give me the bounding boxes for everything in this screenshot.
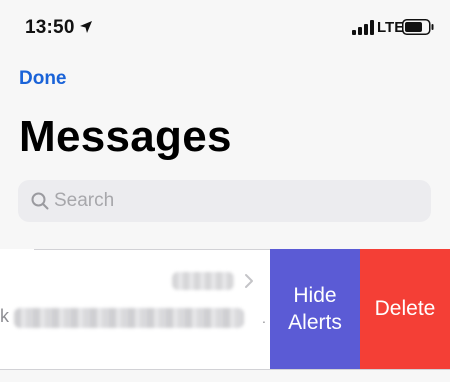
done-button[interactable]: Done <box>19 68 67 90</box>
message-preview-lead: k <box>0 306 9 326</box>
search-bar[interactable] <box>18 180 431 222</box>
page-title: Messages <box>19 112 232 161</box>
location-arrow-icon <box>80 21 92 33</box>
redacted-message-date <box>172 272 234 290</box>
search-input[interactable] <box>54 180 414 222</box>
chevron-right-icon <box>245 274 253 288</box>
battery-icon <box>402 19 434 35</box>
network-type: LTE <box>377 19 405 36</box>
messages-screen: 13:50 LTE Done Messages k <box>0 0 450 382</box>
signal-bars-icon <box>352 20 374 35</box>
message-preview-trail: . <box>262 310 266 326</box>
search-icon <box>31 192 49 210</box>
status-time: 13:50 <box>25 17 75 38</box>
hide-alerts-label: Hide Alerts <box>288 284 342 334</box>
delete-label: Delete <box>374 297 436 320</box>
list-separator <box>0 369 450 370</box>
hide-alerts-button[interactable]: Hide Alerts <box>270 249 360 369</box>
delete-button[interactable]: Delete <box>360 249 450 369</box>
status-bar: 13:50 LTE <box>0 0 450 56</box>
redacted-message-preview <box>14 308 244 328</box>
